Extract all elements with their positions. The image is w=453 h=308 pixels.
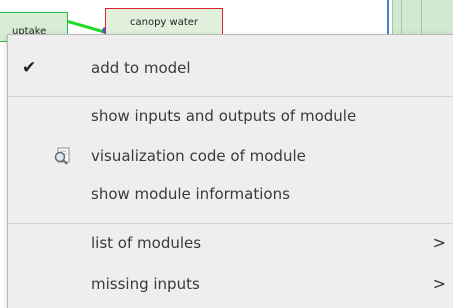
menu-item-label: visualization code of module	[91, 147, 306, 165]
menu-separator	[8, 223, 453, 224]
menu-item-label: show inputs and outputs of module	[91, 107, 357, 125]
menu-item-list-of-modules[interactable]: list of modules >	[8, 228, 453, 258]
menu-item-label: add to model	[91, 59, 191, 77]
connection-line	[67, 20, 107, 34]
menu-item-label: missing inputs	[91, 275, 200, 293]
menu-item-visualization-code[interactable]: visualization code of module	[8, 141, 453, 171]
side-panel	[392, 0, 453, 34]
connection-line	[387, 0, 389, 34]
context-menu: ✔ add to model show inputs and outputs o…	[7, 34, 453, 308]
node-label: canopy water	[129, 17, 199, 28]
menu-item-label: show module informations	[91, 185, 290, 203]
panel-divider	[401, 0, 402, 34]
panel-divider	[421, 0, 422, 34]
submenu-arrow-icon: >	[432, 274, 446, 293]
menu-item-show-inputs-outputs[interactable]: show inputs and outputs of module	[8, 101, 453, 131]
submenu-arrow-icon: >	[432, 233, 446, 252]
menu-item-show-module-informations[interactable]: show module informations	[8, 179, 453, 209]
menu-item-add-to-model[interactable]: ✔ add to model	[8, 53, 453, 83]
check-icon: ✔	[22, 58, 37, 78]
menu-item-label: list of modules	[91, 234, 202, 252]
menu-separator	[8, 96, 453, 97]
menu-item-missing-inputs[interactable]: missing inputs >	[8, 269, 453, 299]
magnifier-document-icon	[52, 147, 76, 167]
